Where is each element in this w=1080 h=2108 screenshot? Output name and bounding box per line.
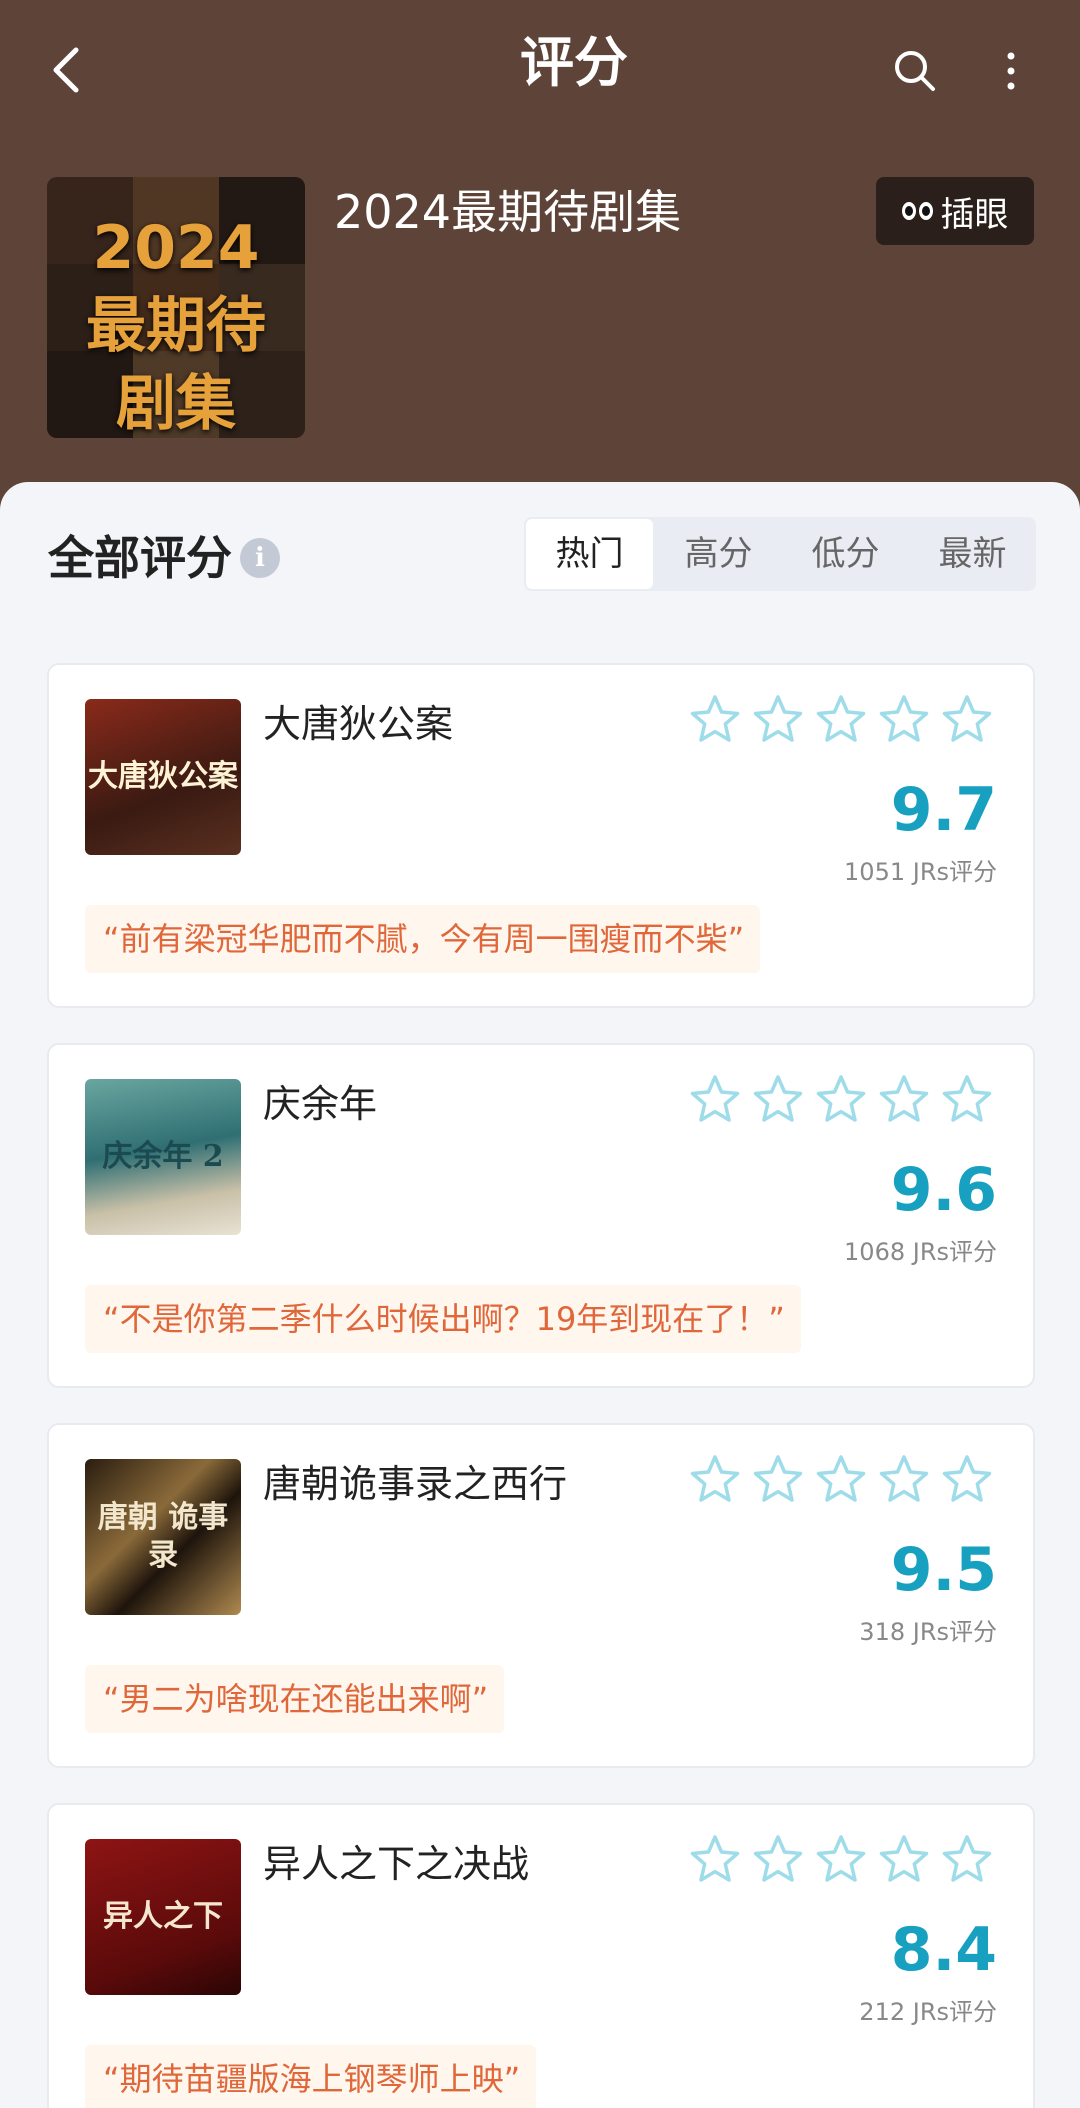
star-outline-icon[interactable] bbox=[941, 1833, 993, 1885]
show-thumbnail: 大唐狄公案 bbox=[85, 699, 241, 855]
star-outline-icon[interactable] bbox=[878, 1453, 930, 1505]
page-title: 评分 bbox=[520, 31, 628, 94]
star-outline-icon[interactable] bbox=[689, 1073, 741, 1125]
star-outline-icon[interactable] bbox=[752, 1453, 804, 1505]
collection-poster: 2024 最期待 剧集 bbox=[47, 177, 305, 438]
thumbnail-text: 唐朝 诡事录 bbox=[97, 1500, 229, 1573]
top-comment[interactable]: “不是你第二季什么时候出啊？19年到现在了！” bbox=[85, 1285, 801, 1353]
star-outline-icon[interactable] bbox=[941, 1073, 993, 1125]
poster-line-1: 最期待 bbox=[86, 291, 266, 361]
score-value: 8.4 bbox=[890, 1915, 997, 1985]
top-comment[interactable]: “前有梁冠华肥而不腻，今有周一围瘦而不柴” bbox=[85, 905, 761, 973]
show-title: 大唐狄公案 bbox=[263, 702, 454, 746]
rating-card[interactable]: 庆余年 2 庆余年 9.6 1068 JRs评分 “不是你第二季什么时候出啊？1… bbox=[47, 1043, 1035, 1388]
show-title: 唐朝诡事录之西行 bbox=[263, 1462, 568, 1506]
more-vertical-icon bbox=[1007, 52, 1015, 90]
section-title: 全部评分 bbox=[48, 531, 232, 585]
star-outline-icon[interactable] bbox=[941, 693, 993, 745]
star-outline-icon[interactable] bbox=[815, 693, 867, 745]
tab-hot[interactable]: 热门 bbox=[524, 517, 655, 591]
poster-line-2: 剧集 bbox=[116, 369, 236, 438]
rating-card[interactable]: 大唐狄公案 大唐狄公案 9.7 1051 JRs评分 “前有梁冠华肥而不腻，今有… bbox=[47, 663, 1035, 1008]
ratings-sheet: 全部评分 i 热门 高分 低分 最新 大唐狄公案 大唐狄公案 9.7 1051 … bbox=[0, 482, 1080, 2108]
star-outline-icon[interactable] bbox=[878, 693, 930, 745]
peek-button-label: 插眼 bbox=[940, 194, 1009, 235]
star-outline-icon[interactable] bbox=[752, 693, 804, 745]
rating-count: 318 JRs评分 bbox=[859, 1618, 997, 1646]
rating-count: 1068 JRs评分 bbox=[844, 1238, 997, 1266]
star-rating[interactable] bbox=[689, 1833, 993, 1885]
star-outline-icon[interactable] bbox=[815, 1833, 867, 1885]
thumbnail-text: 大唐狄公案 bbox=[88, 759, 238, 794]
poster-line-year: 2024 bbox=[92, 213, 260, 283]
search-icon bbox=[895, 51, 935, 91]
star-outline-icon[interactable] bbox=[752, 1833, 804, 1885]
back-button[interactable] bbox=[44, 44, 88, 96]
rating-card[interactable]: 异人之下 异人之下之决战 8.4 212 JRs评分 “期待苗疆版海上钢琴师上映… bbox=[47, 1803, 1035, 2108]
star-outline-icon[interactable] bbox=[815, 1453, 867, 1505]
rating-count: 212 JRs评分 bbox=[859, 1998, 997, 2026]
top-comment[interactable]: “男二为啥现在还能出来啊” bbox=[85, 1665, 505, 1733]
rating-card[interactable]: 唐朝 诡事录 唐朝诡事录之西行 9.5 318 JRs评分 “男二为啥现在还能出… bbox=[47, 1423, 1035, 1768]
star-rating[interactable] bbox=[689, 693, 993, 745]
show-title: 异人之下之决战 bbox=[263, 1842, 530, 1886]
tab-latest[interactable]: 最新 bbox=[909, 517, 1036, 591]
star-outline-icon[interactable] bbox=[752, 1073, 804, 1125]
star-outline-icon[interactable] bbox=[815, 1073, 867, 1125]
show-thumbnail: 唐朝 诡事录 bbox=[85, 1459, 241, 1615]
score-value: 9.7 bbox=[890, 775, 997, 845]
show-title: 庆余年 bbox=[263, 1082, 378, 1126]
star-outline-icon[interactable] bbox=[689, 693, 741, 745]
thumbnail-text: 庆余年 2 bbox=[102, 1139, 224, 1174]
peek-button[interactable]: 插眼 bbox=[876, 177, 1034, 245]
show-thumbnail: 庆余年 2 bbox=[85, 1079, 241, 1235]
star-outline-icon[interactable] bbox=[878, 1073, 930, 1125]
top-comment[interactable]: “期待苗疆版海上钢琴师上映” bbox=[85, 2045, 537, 2108]
star-outline-icon[interactable] bbox=[689, 1453, 741, 1505]
star-rating[interactable] bbox=[689, 1453, 993, 1505]
star-rating[interactable] bbox=[689, 1073, 993, 1125]
star-outline-icon[interactable] bbox=[941, 1453, 993, 1505]
chevron-left-icon bbox=[53, 47, 79, 93]
collection-title: 2024最期待剧集 bbox=[334, 185, 682, 239]
tab-low-score[interactable]: 低分 bbox=[782, 517, 909, 591]
sort-tabs: 热门 高分 低分 最新 bbox=[524, 517, 1036, 591]
score-value: 9.6 bbox=[890, 1155, 997, 1225]
tab-high-score[interactable]: 高分 bbox=[655, 517, 782, 591]
info-icon[interactable]: i bbox=[240, 538, 280, 578]
score-value: 9.5 bbox=[890, 1535, 997, 1605]
star-outline-icon[interactable] bbox=[878, 1833, 930, 1885]
search-button[interactable] bbox=[890, 46, 940, 96]
show-thumbnail: 异人之下 bbox=[85, 1839, 241, 1995]
star-outline-icon[interactable] bbox=[689, 1833, 741, 1885]
eyes-icon bbox=[901, 202, 933, 220]
more-button[interactable] bbox=[996, 46, 1026, 96]
poster-title: 2024 最期待 剧集 bbox=[47, 209, 305, 438]
rating-count: 1051 JRs评分 bbox=[844, 858, 997, 886]
top-bar: 评分 bbox=[0, 0, 1080, 140]
thumbnail-text: 异人之下 bbox=[103, 1899, 223, 1934]
